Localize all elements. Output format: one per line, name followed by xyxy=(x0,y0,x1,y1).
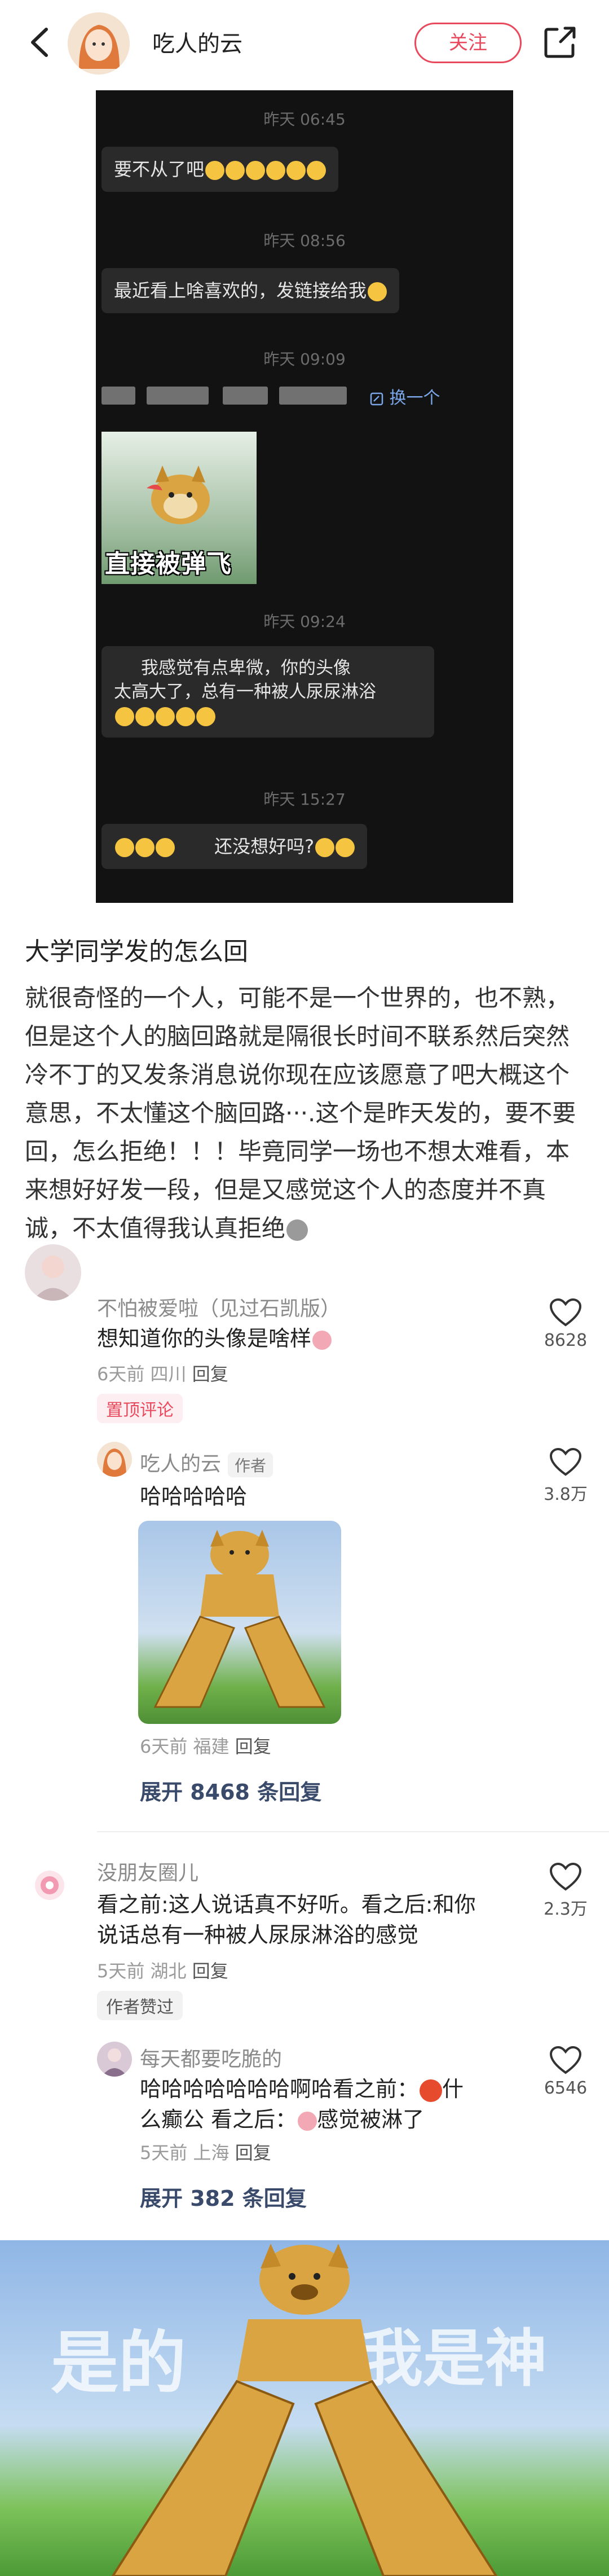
author-avatar[interactable] xyxy=(68,12,130,74)
blurred-text xyxy=(279,387,347,405)
refresh-icon xyxy=(370,392,383,405)
doge-giant-sticker-image[interactable] xyxy=(138,1521,341,1724)
comment-meta: 5天前 湖北 回复 xyxy=(97,1960,228,1982)
doge-sticker-image[interactable]: 直接被弹飞 xyxy=(102,432,257,584)
commenter-name[interactable]: 没朋友圈儿 xyxy=(97,1857,198,1886)
author-badge: 作者 xyxy=(228,1452,273,1477)
message-text: 还没想好吗? xyxy=(214,836,315,857)
emoji-icon xyxy=(205,161,225,180)
message-timestamp: 昨天 09:24 xyxy=(263,612,346,631)
message-text: 我感觉有点卑微，你的头像 xyxy=(141,658,351,678)
follow-button[interactable]: 关注 xyxy=(414,23,522,63)
message-bubble: 要不从了吧 xyxy=(102,147,339,192)
emoji-icon xyxy=(115,706,134,726)
message-timestamp: 昨天 15:27 xyxy=(263,790,346,809)
reply-meta: 6天前 福建 回复 xyxy=(140,1736,271,1757)
emoji-icon xyxy=(196,706,215,726)
reply-text: 哈哈哈哈哈哈哈啊哈看之前：什 么癫公 看之后： 感觉被淋了 xyxy=(140,2077,464,2132)
emoji-icon xyxy=(135,706,155,726)
emoji-icon xyxy=(312,1330,332,1350)
replier-name[interactable]: 每天都要吃脆的 xyxy=(140,2043,282,2072)
post-body: 就很奇怪的一个人，可能不是一个世界的，也不熟，但是这个人的脑回路就是隔很长时间不… xyxy=(25,979,589,1248)
emoji-icon xyxy=(336,838,355,857)
emoji-icon xyxy=(226,161,245,180)
comment-text: 看之前:这人说话真不好听。看之后:和你 说话总有一种被人尿尿淋浴的感觉 xyxy=(97,1892,476,1947)
emoji-icon xyxy=(176,706,195,726)
reply-author-name[interactable]: 吃人的云 作者 xyxy=(140,1447,273,1477)
like-count: 8628 xyxy=(544,1331,588,1350)
pinned-comment-tag: 置顶评论 xyxy=(97,1394,183,1423)
reply-button[interactable]: 回复 xyxy=(192,1960,228,1982)
chat-screenshot[interactable]: 昨天 06:45 要不从了吧 昨天 08:56 最近看上啥喜欢的，发链接给我 昨… xyxy=(96,90,513,903)
heart-icon xyxy=(549,2046,582,2074)
reply-meta: 5天前 上海 回复 xyxy=(140,2142,271,2164)
like-button[interactable]: 6546 xyxy=(543,2046,588,2098)
blurred-text xyxy=(223,387,268,405)
emoji-icon xyxy=(420,2079,443,2102)
like-button[interactable]: 3.8万 xyxy=(543,1447,588,1505)
post-title: 大学同学发的怎么回 xyxy=(25,937,248,966)
emoji-icon xyxy=(266,161,286,180)
heart-icon xyxy=(549,1298,582,1327)
comment-text: 想知道你的头像是啥样 xyxy=(97,1323,332,1354)
swap-link[interactable]: 换一个 xyxy=(369,384,440,409)
blurred-text xyxy=(147,387,209,405)
emoji-icon xyxy=(156,838,175,857)
blurred-text xyxy=(102,387,135,405)
share-icon[interactable] xyxy=(540,23,580,62)
message-bubble: 最近看上啥喜欢的，发链接给我 xyxy=(102,268,400,313)
like-count: 3.8万 xyxy=(544,1485,588,1504)
emoji-icon xyxy=(135,838,155,857)
heart-icon xyxy=(549,1447,582,1476)
message-bubble: 我感觉有点卑微，你的头像 太高大了，总有一种被人尿尿淋浴 xyxy=(102,646,434,738)
message-timestamp: 昨天 08:56 xyxy=(263,231,346,250)
reply-text: 哈哈哈哈哈 xyxy=(140,1484,248,1509)
emoji-icon xyxy=(246,161,266,180)
commenter-avatar[interactable] xyxy=(25,1244,81,1301)
emoji-icon xyxy=(286,161,306,180)
message-bubble: 还没想好吗? xyxy=(102,824,368,869)
like-count: 2.3万 xyxy=(544,1899,588,1919)
emoji-icon xyxy=(298,2111,317,2131)
message-timestamp: 昨天 06:45 xyxy=(263,110,346,129)
author-name[interactable]: 吃人的云 xyxy=(152,25,242,58)
message-text: 太高大了，总有一种被人尿尿淋浴 xyxy=(114,682,376,702)
like-count: 6546 xyxy=(544,2078,588,2098)
reply-button[interactable]: 回复 xyxy=(235,1736,271,1757)
back-arrow-icon[interactable] xyxy=(23,23,62,62)
comment-meta: 6天前 四川 回复 xyxy=(97,1363,228,1385)
divider xyxy=(97,1831,609,1832)
heart-icon xyxy=(549,1862,582,1891)
commenter-avatar[interactable] xyxy=(35,1871,64,1900)
reply-button[interactable]: 回复 xyxy=(235,2142,271,2164)
like-button[interactable]: 2.3万 xyxy=(543,1862,588,1920)
author-liked-tag: 作者赞过 xyxy=(97,1991,183,2020)
sticker-caption: 直接被弹飞 xyxy=(105,550,232,578)
emoji-icon xyxy=(368,282,387,301)
emoji-icon xyxy=(286,1219,308,1241)
expand-replies-button[interactable]: 展开 382 条回复 xyxy=(140,2181,307,2212)
post-body-text: 就很奇怪的一个人，可能不是一个世界的，也不熟，但是这个人的脑回路就是隔很长时间不… xyxy=(25,984,576,1242)
message-text: 最近看上啥喜欢的，发链接给我 xyxy=(114,280,367,301)
doge-giant-image[interactable]: 是的 我是神 xyxy=(0,2240,609,2576)
commenter-name[interactable]: 不怕被爱啦（见过石凯版） xyxy=(97,1292,341,1322)
author-avatar[interactable] xyxy=(97,1442,132,1477)
message-text: 要不从了吧 xyxy=(114,159,205,180)
emoji-icon xyxy=(115,838,134,857)
emoji-icon xyxy=(307,161,326,180)
emoji-icon xyxy=(315,838,335,857)
emoji-icon xyxy=(156,706,175,726)
message-timestamp: 昨天 09:09 xyxy=(263,350,346,368)
top-bar: 吃人的云 关注 xyxy=(0,0,609,85)
replier-avatar[interactable] xyxy=(97,2042,132,2077)
reply-button[interactable]: 回复 xyxy=(192,1363,228,1385)
like-button[interactable]: 8628 xyxy=(543,1298,588,1350)
expand-replies-button[interactable]: 展开 8468 条回复 xyxy=(140,1775,321,1806)
